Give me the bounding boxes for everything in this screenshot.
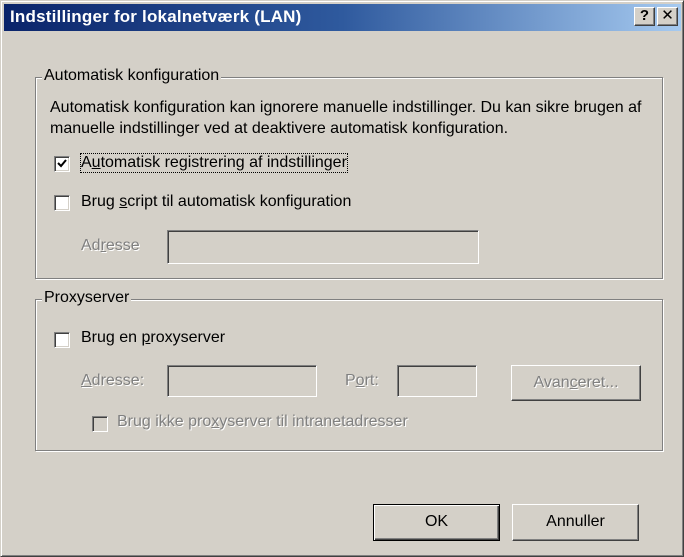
proxy-legend: Proxyserver [42,289,132,307]
advanced-button-label: Avanceret... [533,374,619,391]
advanced-button[interactable]: Avanceret... [511,365,641,401]
proxy-address-input[interactable] [167,365,317,397]
lan-settings-dialog: Indstillinger for lokalnetværk (LAN) ? ✕… [0,0,684,557]
use-script-checkbox[interactable] [54,195,70,211]
use-script-label[interactable]: Brug script til automatisk konfiguration [81,193,351,211]
close-button[interactable]: ✕ [657,7,678,26]
help-icon: ? [639,7,650,24]
auto-detect-label[interactable]: Automatisk registrering af indstillinger [80,153,348,173]
checkmark-icon [57,159,67,168]
script-address-label: Adresse [81,237,140,254]
auto-config-legend: Automatisk konfiguration [42,67,222,85]
proxy-port-input[interactable] [397,365,477,397]
use-proxy-checkbox[interactable] [54,332,70,348]
cancel-button[interactable]: Annuller [512,504,639,541]
use-proxy-label[interactable]: Brug en proxyserver [81,329,225,347]
bypass-local-checkbox[interactable] [92,416,108,432]
auto-detect-checkbox[interactable] [54,156,70,172]
proxy-address-label: Adresse: [81,372,145,389]
ok-button[interactable]: OK [373,504,500,541]
help-button[interactable]: ? [634,7,655,26]
auto-config-description: Automatisk konfiguration kan ignorere ma… [50,99,642,137]
title-bar[interactable]: Indstillinger for lokalnetværk (LAN) ? ✕ [4,4,681,31]
close-icon: ✕ [661,7,674,24]
script-address-input[interactable] [167,230,479,264]
bypass-local-label: Brug ikke proxyserver til intranetadress… [117,413,408,430]
proxy-port-label: Port: [345,372,379,389]
window-title: Indstillinger for lokalnetværk (LAN) [10,7,302,26]
